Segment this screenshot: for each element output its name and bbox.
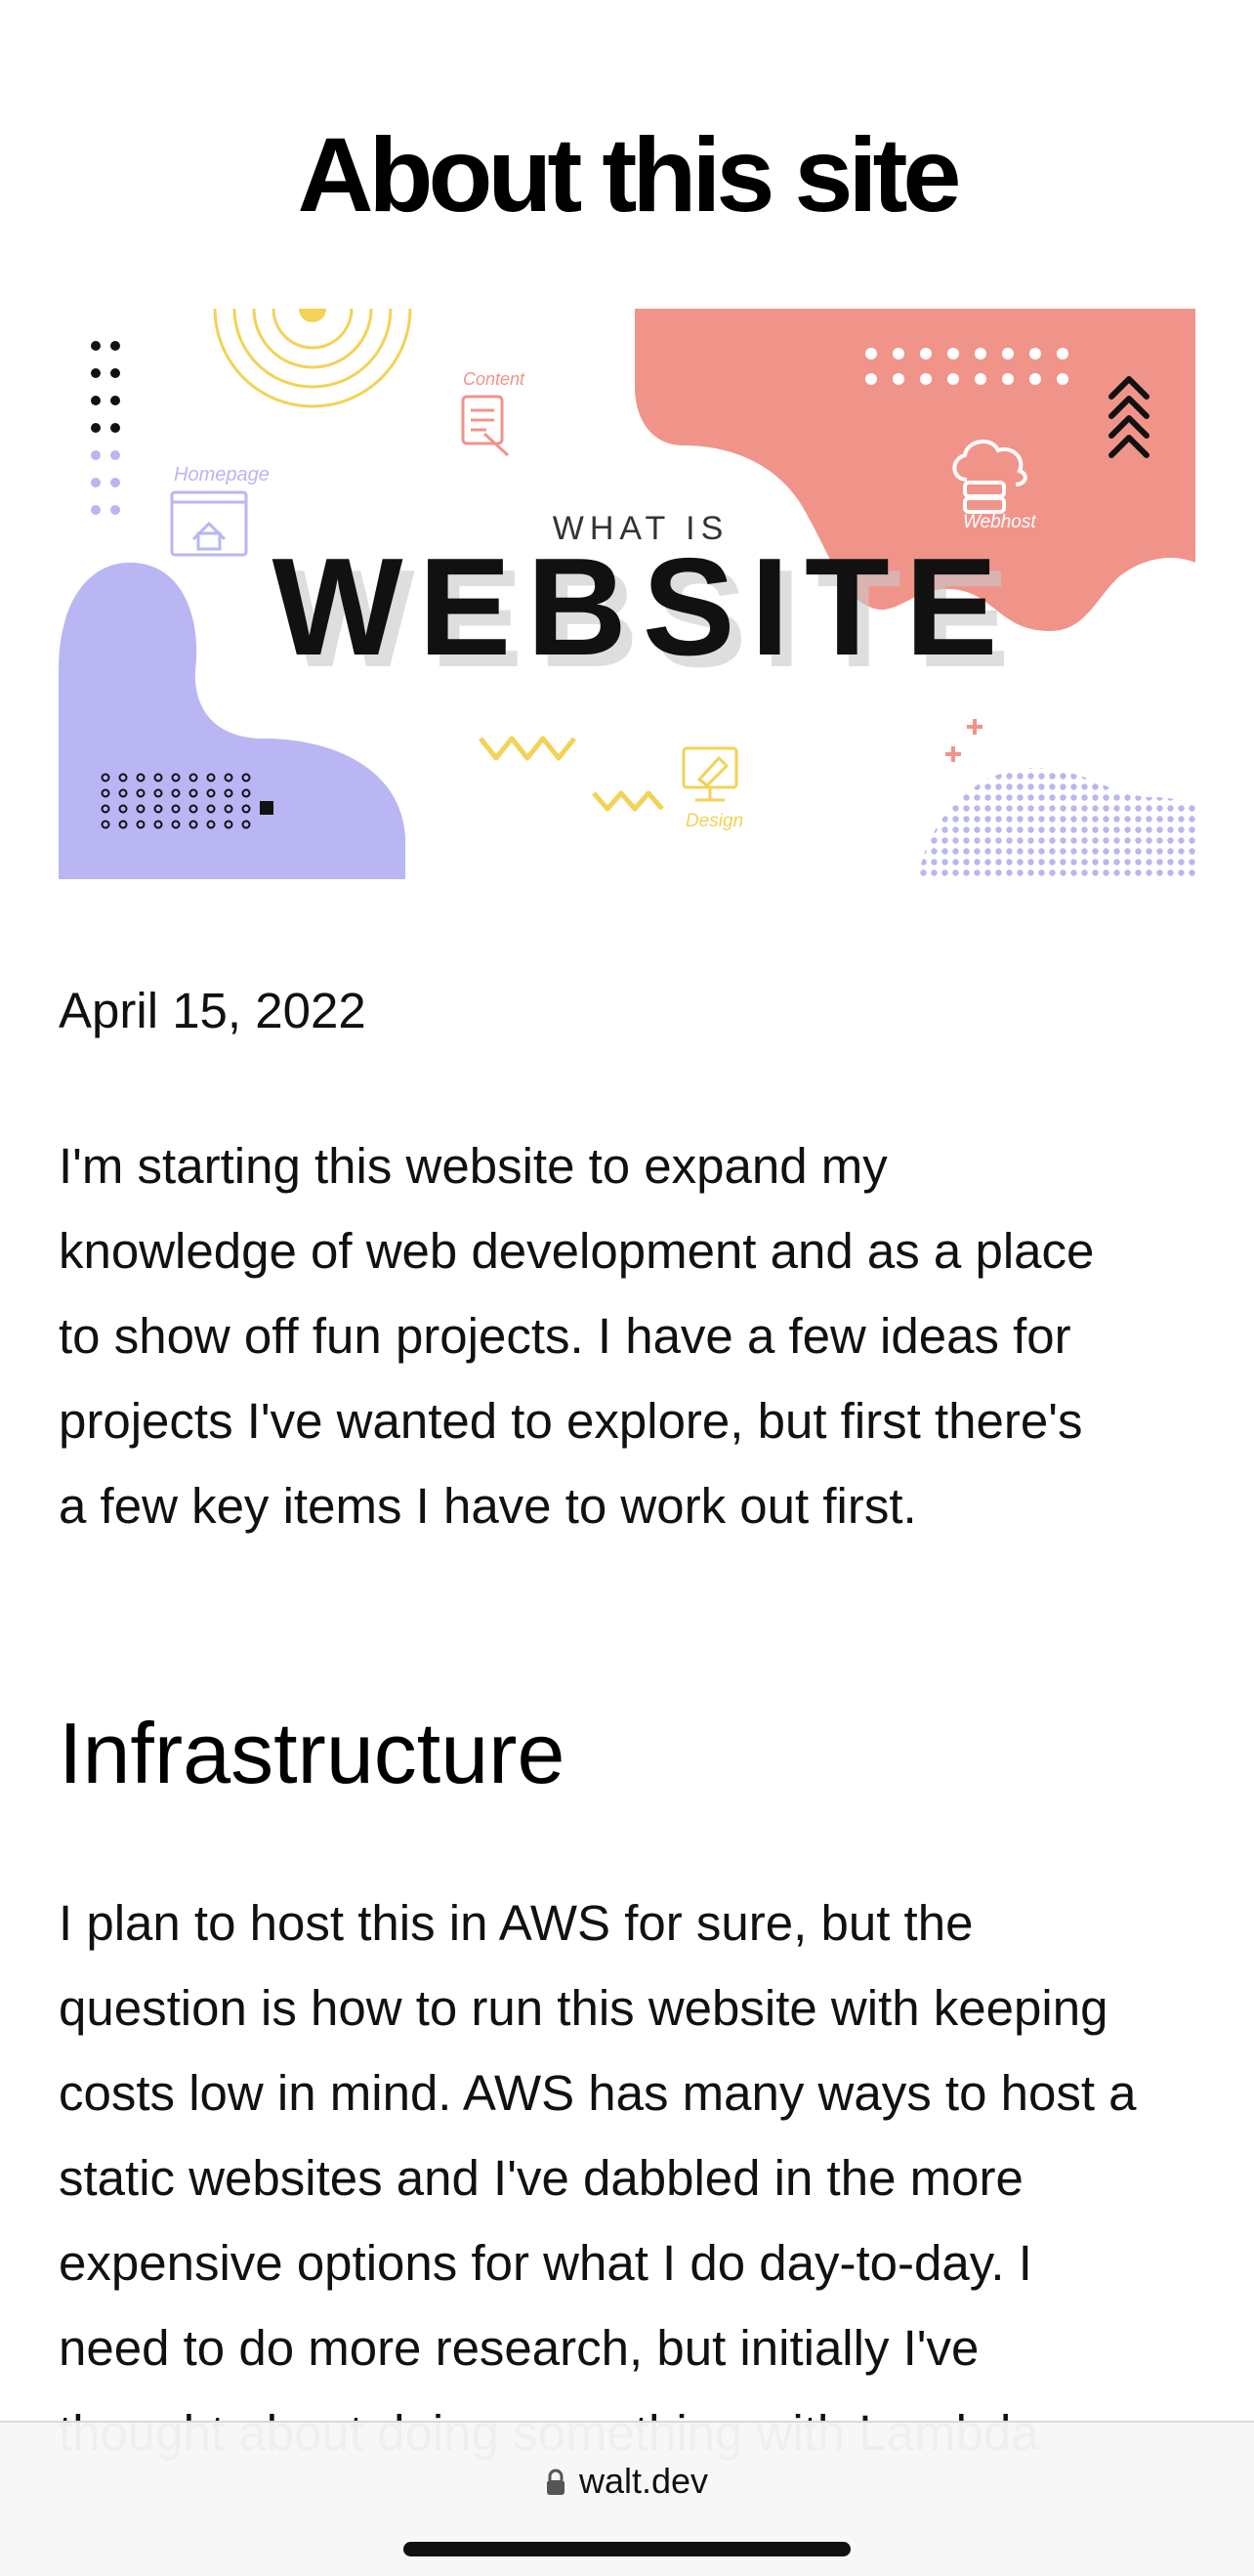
lock-icon [546, 2463, 565, 2506]
post-date: April 15, 2022 [59, 983, 366, 1038]
browser-bottom-bar: walt.dev [0, 2421, 1254, 2576]
homepage-icon [170, 490, 248, 557]
content-label: Content [463, 369, 525, 389]
hero-headline: WEBSITE [272, 529, 1014, 685]
page-title: About this site [297, 115, 962, 234]
zigzag-shapes [479, 736, 664, 812]
home-indicator[interactable] [403, 2542, 851, 2556]
dots-column [91, 341, 120, 433]
dotted-wave [918, 768, 1195, 879]
document-icon [461, 395, 510, 457]
address-bar[interactable]: walt.dev [0, 2460, 1254, 2506]
homepage-label: Homepage [174, 464, 270, 486]
plus-icons [945, 719, 982, 762]
url-text: walt.dev [578, 2461, 709, 2501]
infrastructure-paragraph: I plan to host this in AWS for sure, but… [59, 1895, 1137, 2461]
hero-image: Homepage Content Webhost WHAT IS WEBSITE… [59, 309, 1195, 879]
design-label: Design [686, 811, 743, 831]
section-heading-infrastructure: Infrastructure [59, 1705, 565, 1801]
intro-paragraph: I'm starting this website to expand my k… [59, 1138, 1095, 1534]
concentric-arcs [213, 309, 412, 408]
design-monitor-icon [682, 746, 738, 802]
